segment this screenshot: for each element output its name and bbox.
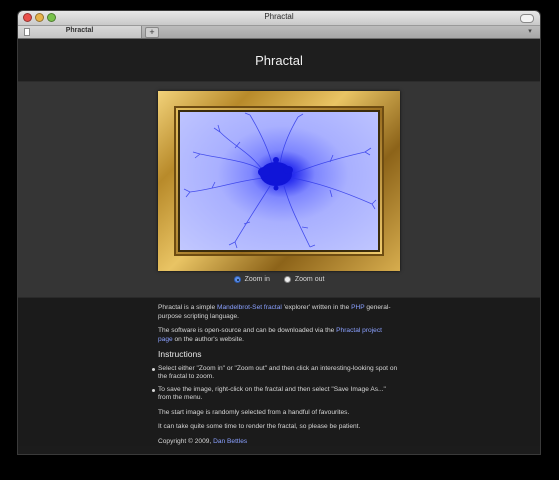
zoom-out-label: Zoom out (294, 276, 325, 283)
list-item: Select either "Zoom in" or "Zoom out" an… (152, 364, 398, 380)
instructions-heading: Instructions (158, 349, 202, 359)
php-link[interactable]: PHP (351, 304, 364, 311)
fractal-viewer: Zoom in Zoom out (18, 82, 540, 298)
zoom-out-radio[interactable] (283, 276, 291, 283)
tab-phractal[interactable]: Phractal (18, 26, 142, 38)
download-text: on the author's website. (172, 335, 244, 343)
page-header: Phractal (18, 39, 540, 82)
page-content: Phractal is a simple Mandelbrot-Set frac… (18, 298, 540, 446)
fractal-image[interactable] (178, 110, 380, 252)
page-title: Phractal (255, 52, 303, 68)
tab-bar: Phractal + ▾ (18, 26, 540, 39)
zoom-in-option[interactable]: Zoom in (233, 276, 270, 283)
start-image-note: The start image is randomly selected fro… (158, 408, 350, 416)
new-tab-button[interactable]: + (145, 27, 159, 38)
window-title: Phractal (264, 12, 294, 21)
mandelbrot-link[interactable]: Mandelbrot-Set fractal (217, 304, 282, 311)
copyright-text: Copyright © 2009, (158, 437, 214, 445)
download-paragraph: The software is open-source and can be d… (158, 327, 398, 344)
zoom-out-option[interactable]: Zoom out (283, 276, 325, 283)
title-bar[interactable]: Phractal (18, 11, 540, 26)
copyright: Copyright © 2009, Dan Bettles (158, 438, 398, 447)
instructions-list: Select either "Zoom in" or "Zoom out" an… (152, 364, 398, 403)
zoom-controls: Zoom in Zoom out (18, 276, 540, 283)
browser-window: Phractal Phractal + ▾ Phractal Zoom in Z… (18, 11, 540, 454)
render-time-note: It can take quite some time to render th… (158, 423, 361, 430)
intro-text: 'explorer' written in the (281, 304, 352, 311)
zoom-in-radio[interactable] (233, 276, 241, 283)
fractal-pattern (183, 112, 377, 249)
author-link[interactable]: Dan Bettles (213, 438, 247, 445)
tab-label: Phractal (65, 27, 94, 34)
tab-menu-icon[interactable]: ▾ (525, 27, 535, 36)
intro-paragraph: Phractal is a simple Mandelbrot-Set frac… (158, 304, 398, 321)
download-text: The software is open-source and can be d… (158, 327, 337, 334)
picture-frame (158, 91, 400, 271)
list-item: To save the image, right-click on the fr… (152, 386, 398, 403)
intro-text: Phractal is a simple (158, 304, 217, 311)
zoom-in-label: Zoom in (244, 276, 270, 283)
toolbar-toggle-button[interactable] (520, 14, 534, 23)
